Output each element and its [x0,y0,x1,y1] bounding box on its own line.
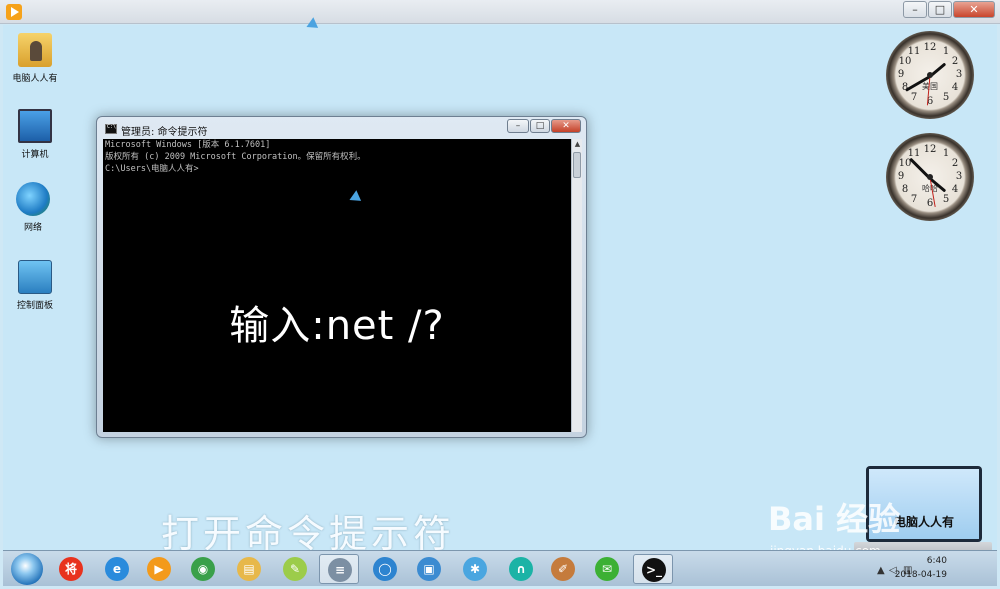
cmd-close-button[interactable]: ✕ [551,119,581,133]
clock-number: 9 [897,171,905,182]
clock-gadget-2[interactable]: 12 1 2 3 4 5 6 7 8 9 10 11 哈哈 [886,133,974,221]
taskbar-button-media-player[interactable]: ▶ [139,554,179,584]
taskbar-button-headset[interactable]: ∩ [501,554,541,584]
outer-window-titlebar: – □ ✕ [0,0,1000,24]
clock-gadget-1[interactable]: 12 1 2 3 4 5 6 7 8 9 10 11 美国 [886,31,974,119]
notepad-icon: ≡ [328,558,352,582]
desktop-icon-computer[interactable]: 计算机 [5,109,65,160]
clock-number: 7 [910,194,918,205]
cmd-scrollbar[interactable]: ▲ [571,139,582,432]
taskbar-button-browser[interactable]: ◯ [365,554,405,584]
cmd-maximize-button[interactable]: □ [530,119,550,133]
console-line: 版权所有 (c) 2009 Microsoft Corporation。保留所有… [105,152,366,162]
desktop-icon-control-panel[interactable]: 控制面板 [5,260,65,311]
clock-number: 6 [926,96,934,107]
player-app-icon [6,4,22,20]
start-button[interactable] [11,553,43,585]
clock-number: 12 [923,42,937,53]
notes-icon: ✎ [283,557,307,581]
ie-icon: e [105,557,129,581]
remote-icon: ▣ [417,557,441,581]
system-tray: ▲ ◁ ▥ 6:40 2018-04-19 [875,553,995,585]
clock-number: 11 [907,46,921,57]
cmd-icon: >_ [642,558,666,582]
pinwheel-icon: ✱ [463,557,487,581]
app-red-icon: 将 [59,557,83,581]
taskbar-button-notepad[interactable]: ≡ [319,554,359,584]
clock-number: 3 [955,171,963,182]
clock-number: 9 [897,69,905,80]
clock-number: 2 [951,56,959,67]
cmd-minimize-button[interactable]: – [507,119,529,133]
clock-number: 12 [923,144,937,155]
desktop-icon-user-folder[interactable]: 电脑人人有 [5,33,65,84]
tray-time[interactable]: 6:40 [927,556,947,566]
desktop-icon-label: 电脑人人有 [12,74,58,84]
clock-number: 5 [942,194,950,205]
user-folder-icon [18,33,52,67]
desktop-icon-network[interactable]: 网络 [3,182,63,233]
baidu-watermark: Bai 经验 [768,500,901,538]
clock-number: 10 [898,56,912,67]
console-line: Microsoft Windows [版本 6.1.7601] [105,140,271,150]
cmd-window-icon [105,124,117,134]
clock-number: 5 [942,92,950,103]
outer-maximize-button[interactable]: □ [928,1,952,18]
computer-icon [18,109,52,143]
clock-city-label: 美国 [922,82,938,91]
clock-number: 3 [955,69,963,80]
chrome-icon: ◉ [191,557,215,581]
taskbar-button-chrome[interactable]: ◉ [183,554,223,584]
taskbar-button-app-red[interactable]: 将 [51,554,91,584]
control-panel-icon [18,260,52,294]
taskbar: 将 e ▶ ◉ ▤ ✎ ≡ ◯ ▣ ✱ ∩ ✐ ✉ >_ ▲ ◁ ▥ 6:40 2018-04-19 [3,550,997,586]
outer-minimize-button[interactable]: – [903,1,927,18]
taskbar-button-explorer[interactable]: ▤ [229,554,269,584]
headset-icon: ∩ [509,557,533,581]
desktop-icon-label: 控制面板 [16,301,53,311]
clock-number: 7 [910,92,918,103]
clock-pin [927,174,933,180]
cmd-titlebar[interactable]: 管理员: 命令提示符 – □ ✕ [97,117,586,139]
wechat-icon: ✉ [595,557,619,581]
desktop-icon-label: 网络 [23,223,42,233]
taskbar-button-notes[interactable]: ✎ [275,554,315,584]
paint-icon: ✐ [551,557,575,581]
clock-number: 11 [907,148,921,159]
clock-pin [927,72,933,78]
taskbar-button-remote[interactable]: ▣ [409,554,449,584]
taskbar-button-ie[interactable]: e [97,554,137,584]
network-icon [16,182,50,216]
taskbar-button-paint[interactable]: ✐ [543,554,583,584]
scroll-thumb[interactable] [573,152,581,178]
media-player-icon: ▶ [147,557,171,581]
desktop-icon-label: 计算机 [21,150,49,160]
tray-date[interactable]: 2018-04-19 [895,570,947,580]
browser-icon: ◯ [373,557,397,581]
taskbar-button-cmd[interactable]: >_ [633,554,673,584]
cmd-console[interactable]: Microsoft Windows [版本 6.1.7601] 版权所有 (c)… [103,139,571,432]
cmd-window[interactable]: 管理员: 命令提示符 – □ ✕ Microsoft Windows [版本 6… [96,116,587,438]
taskbar-button-wechat[interactable]: ✉ [587,554,627,584]
clock-number: 2 [951,158,959,169]
scroll-up-icon[interactable]: ▲ [572,139,583,150]
console-prompt: C:\Users\电脑人人有> [105,164,199,174]
tray-up-arrow-icon[interactable]: ▲ [877,565,885,576]
cmd-window-title: 管理员: 命令提示符 [121,127,208,138]
instruction-overlay: 输入:net /? [229,303,445,349]
taskbar-button-pinwheel[interactable]: ✱ [455,554,495,584]
explorer-icon: ▤ [237,557,261,581]
outer-close-button[interactable]: ✕ [953,1,995,18]
